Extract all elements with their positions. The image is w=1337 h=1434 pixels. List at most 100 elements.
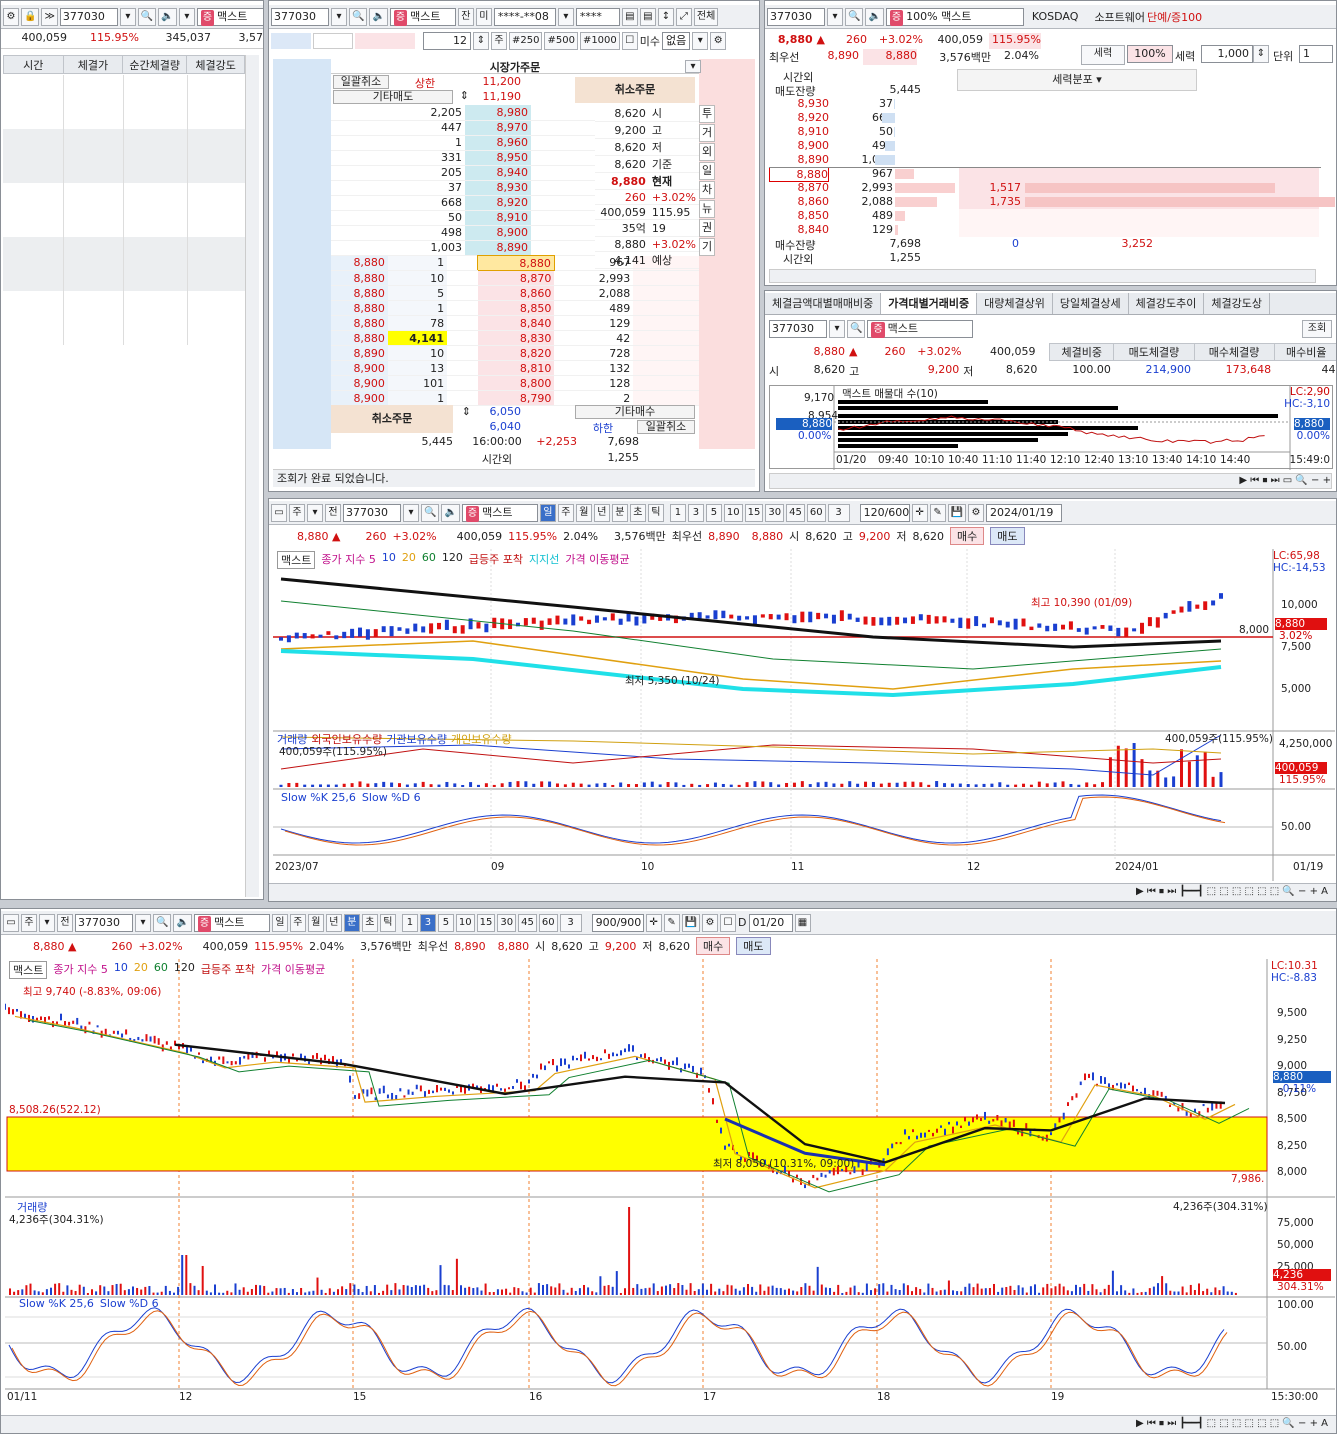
- unit-input[interactable]: 1: [1299, 45, 1333, 63]
- side-tab[interactable]: 외: [699, 143, 715, 161]
- gear-icon[interactable]: ⚙: [968, 503, 985, 522]
- jan-button[interactable]: 잔: [457, 7, 474, 26]
- chevron-down-icon[interactable]: ▾: [307, 503, 323, 522]
- toolbar-button[interactable]: 월: [307, 913, 324, 932]
- toolbar-button[interactable]: 틱: [379, 913, 396, 932]
- toolbar-button[interactable]: 년: [325, 913, 342, 932]
- stock-code-input[interactable]: 377030: [343, 503, 401, 522]
- toolbar-button[interactable]: 60: [538, 913, 558, 932]
- toolbar-button[interactable]: 10: [455, 913, 475, 932]
- chevron-down-icon[interactable]: ▾: [403, 503, 419, 522]
- prev-button[interactable]: 전: [57, 913, 73, 932]
- toolbar-button[interactable]: 30: [765, 503, 785, 522]
- tab-strength[interactable]: 체결강도추이: [1129, 293, 1205, 314]
- unit-button[interactable]: 주: [491, 32, 507, 50]
- chevron-down-icon[interactable]: ▾: [827, 7, 843, 26]
- seryeok-button[interactable]: 세력: [1081, 45, 1125, 65]
- miss-checkbox[interactable]: ☐: [621, 32, 638, 50]
- chevron-down-icon[interactable]: ▾: [557, 7, 574, 26]
- cancel-order-button[interactable]: 취소주문: [575, 77, 695, 103]
- resize-icon[interactable]: ⤢: [675, 7, 692, 26]
- toolbar-button[interactable]: 1: [669, 503, 686, 522]
- sell-button[interactable]: 매도: [990, 527, 1025, 545]
- gear-icon[interactable]: ⚙: [3, 7, 19, 26]
- horizontal-scrollbar[interactable]: ▶ ⏮ ⏹ ⏭ ┣━━┫ ⬚ ⬚ ⬚ ⬚ ⬚ ⬚ 🔍 − + A: [1, 1415, 1336, 1433]
- tab-price[interactable]: 가격대별거래비중: [881, 293, 978, 314]
- interval-select[interactable]: 3: [827, 503, 850, 522]
- all-cancel-button[interactable]: 일괄취소: [637, 420, 695, 434]
- side-tab[interactable]: 일: [699, 162, 715, 180]
- chevron-down-icon[interactable]: ▾: [119, 7, 136, 26]
- toolbar-button[interactable]: 초: [629, 503, 646, 522]
- lock-icon[interactable]: 🔒: [21, 7, 40, 26]
- unit-button[interactable]: #500: [544, 32, 578, 50]
- gear-icon[interactable]: ⚙: [702, 913, 719, 932]
- double-arrow-icon[interactable]: ≫: [41, 7, 58, 26]
- date-input[interactable]: 01/20: [748, 913, 793, 932]
- toolbar-button[interactable]: 일: [539, 503, 556, 522]
- toolbar-button[interactable]: 분: [343, 913, 360, 932]
- side-tab[interactable]: 뉴: [699, 200, 715, 218]
- other-sell-button[interactable]: 기타매도: [333, 90, 453, 104]
- tab-bulk[interactable]: 대량체결상위: [977, 293, 1053, 314]
- save-icon[interactable]: 💾: [947, 503, 967, 522]
- chevron-down-icon[interactable]: ▾: [1096, 73, 1102, 86]
- horizontal-scrollbar[interactable]: ▶ ⏮ ⏹ ⏭ ▭ 🔍 − +: [769, 473, 1332, 489]
- stock-code-input[interactable]: 377030: [769, 320, 827, 338]
- draw-icon[interactable]: ✎: [663, 913, 680, 932]
- speaker-icon[interactable]: 🔈: [173, 913, 192, 932]
- all-cancel-button[interactable]: 일괄취소: [333, 75, 389, 89]
- calendar-icon[interactable]: ▦: [794, 913, 811, 932]
- side-tab[interactable]: 차: [699, 181, 715, 199]
- side-tab[interactable]: 거: [699, 124, 715, 142]
- crosshair-icon[interactable]: ✛: [645, 913, 662, 932]
- mi-button[interactable]: 미: [475, 7, 492, 26]
- draw-icon[interactable]: ✎: [929, 503, 946, 522]
- condition-select[interactable]: 없음: [662, 32, 691, 50]
- date-input[interactable]: 2024/01/19: [986, 503, 1063, 522]
- toolbar-button[interactable]: 10: [723, 503, 743, 522]
- spinner-icon[interactable]: ⇕: [473, 32, 489, 50]
- tab-amount[interactable]: 체결금액대별매매비중: [765, 293, 882, 314]
- toolbar-button[interactable]: 월: [575, 503, 592, 522]
- chevron-down-icon[interactable]: ▾: [331, 7, 347, 26]
- chevron-down-icon[interactable]: ▾: [135, 913, 151, 932]
- seryeok-qty[interactable]: 1,000: [1201, 45, 1253, 63]
- tab-strength2[interactable]: 체결강도상: [1204, 293, 1270, 314]
- password-input[interactable]: ****: [575, 7, 620, 26]
- chevron-down-icon[interactable]: ▾: [685, 60, 701, 73]
- toolbar-button[interactable]: 30: [497, 913, 517, 932]
- query-button[interactable]: 조회: [1302, 320, 1332, 338]
- toolbar-button[interactable]: 5: [437, 913, 454, 932]
- toolbar-button[interactable]: 년: [593, 503, 610, 522]
- gear-icon[interactable]: ⚙: [710, 32, 727, 50]
- speaker-icon[interactable]: 🔈: [441, 503, 460, 522]
- seryeok-pct[interactable]: 100%: [1127, 45, 1173, 63]
- save-icon[interactable]: 💾: [681, 913, 701, 932]
- window-icon[interactable]: ▭: [271, 503, 287, 522]
- stock-type[interactable]: 주: [289, 503, 305, 522]
- toolbar-button[interactable]: 5: [705, 503, 722, 522]
- toolbar-button[interactable]: 3: [419, 913, 436, 932]
- toolbar-button[interactable]: 15: [476, 913, 496, 932]
- count-input[interactable]: 120/600: [859, 503, 910, 522]
- count-input[interactable]: 900/900: [591, 913, 644, 932]
- stock-code-input[interactable]: 377030: [59, 7, 118, 26]
- resize-icon[interactable]: ↕: [657, 7, 674, 26]
- qty-input[interactable]: 12: [423, 32, 471, 50]
- toolbar-button[interactable]: 틱: [647, 503, 664, 522]
- side-tab[interactable]: 권: [699, 219, 715, 237]
- toolbar-button[interactable]: 60: [806, 503, 826, 522]
- window-icon[interactable]: ▭: [3, 913, 19, 932]
- toolbar-button[interactable]: 45: [518, 913, 537, 932]
- horizontal-scrollbar[interactable]: ▶ ⏮ ⏹ ⏭ ┣━━┫ ⬚ ⬚ ⬚ ⬚ ⬚ ⬚ 🔍 − + A: [269, 883, 1336, 901]
- side-tab[interactable]: 투: [699, 105, 715, 123]
- toolbar-button[interactable]: 분: [611, 503, 628, 522]
- chevron-down-icon[interactable]: ▾: [829, 320, 845, 338]
- toolbar-button[interactable]: 45: [786, 503, 805, 522]
- other-buy-button[interactable]: 기타매수: [575, 405, 695, 419]
- chevron-down-icon[interactable]: ▾: [692, 32, 709, 50]
- chevron-down-icon[interactable]: ▾: [178, 7, 195, 26]
- search-icon[interactable]: 🔍: [847, 320, 866, 338]
- book-icon[interactable]: ▤: [621, 7, 638, 26]
